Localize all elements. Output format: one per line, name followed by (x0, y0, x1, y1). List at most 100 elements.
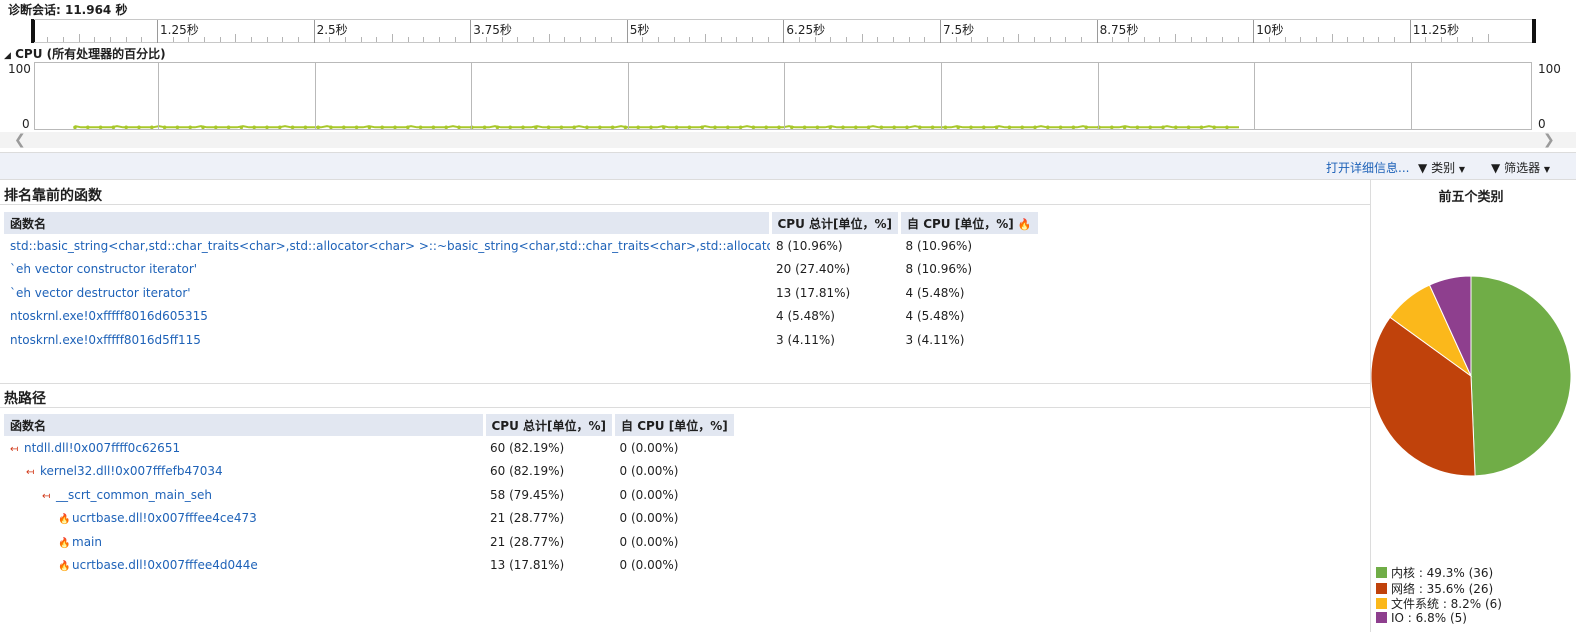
hot-path-function-cell[interactable]: 🔥 ucrtbase.dll!0x007fffee4ce473 (4, 507, 484, 531)
cpu-sample-point (175, 125, 180, 129)
table-header-row: 函数名 CPU 总计[单位，%] 自 CPU [单位，%] 🔥 (4, 212, 1041, 234)
legend-swatch (1376, 567, 1387, 578)
scroll-right-icon[interactable]: ❯ (1543, 132, 1555, 148)
ruler-minor-tick (611, 37, 613, 42)
total-cpu-value: 13 (17.81%) (776, 285, 851, 300)
cpu-sample-point (290, 125, 295, 129)
cpu-sample-point (444, 125, 448, 129)
cpu-graph-title[interactable]: ◢ CPU (所有处理器的百分比) (4, 45, 166, 62)
session-header: 诊断会话: 11.964 秒 (0, 0, 1576, 18)
open-details-link[interactable]: 打开详细信息... (1326, 159, 1409, 176)
function-name-link[interactable]: ntdll.dll!0x007ffff0c62651 (24, 441, 180, 455)
ruler-major-tick (940, 20, 941, 43)
cpu-sample-point (137, 125, 141, 129)
table-row[interactable]: `eh vector constructor iterator' 20 (27.4… (4, 258, 1039, 282)
table-row[interactable]: ↤ __scrt_common_main_seh 58 (79.45%) 0 (0.0… (4, 483, 735, 507)
hot-path-function-cell[interactable]: 🔥 ucrtbase.dll!0x007fffee4d044e (4, 554, 484, 578)
legend-swatch (1376, 582, 1387, 594)
ruler-tick-label: 7.5秒 (943, 23, 975, 37)
self-cpu-value: 4 (5.48%) (905, 285, 965, 300)
hot-path-table: 函数名 CPU 总计[单位，%] 自 CPU [单位，%] ↤ ntdll.dll… (4, 414, 737, 577)
cpu-sample-point (201, 125, 205, 129)
cpu-plot-area[interactable] (34, 62, 1532, 130)
legend-label: 文件系统 : 8.2% (6) (1391, 597, 1502, 611)
total-cpu-value: 60 (82.19%) (490, 464, 565, 479)
chevron-down-icon: ▼ (1543, 165, 1551, 174)
cpu-sample-point (790, 125, 794, 129)
table-row[interactable]: ntoskrnl.exe!0xfffff8016d605315 4 (5.48%)… (4, 305, 1039, 329)
hot-path-function-cell[interactable]: ↤ __scrt_common_main_seh (4, 483, 484, 507)
timeline-end-handle[interactable] (1532, 19, 1536, 43)
function-name-link[interactable]: ucrtbase.dll!0x007fffee4ce473 (72, 511, 257, 525)
timeline-horizontal-scrollbar[interactable]: ❮ ❯ (0, 132, 1576, 148)
funnel-icon: ▼ (1418, 161, 1428, 175)
ruler-minor-tick (1472, 37, 1474, 42)
scroll-left-icon[interactable]: ❮ (14, 132, 26, 148)
cpu-sample-point (674, 125, 679, 129)
ruler-minor-tick (438, 37, 440, 42)
total-cpu-value: 21 (28.77%) (490, 511, 565, 526)
table-row[interactable]: std::basic_string<char,std::char_traits<… (4, 234, 1039, 258)
ruler-minor-tick (63, 37, 65, 42)
function-name-link[interactable]: std::basic_string<char,std::char_traits<… (4, 234, 770, 258)
column-header-total-cpu[interactable]: CPU 总计[单位，%] (770, 212, 902, 234)
collapse-triangle-icon[interactable]: ◢ (4, 51, 11, 61)
cpu-sample-point (162, 125, 167, 129)
timeline-ruler[interactable]: 1.25秒 2.5秒 3.75秒 5秒 6.25秒 7.5秒 8.75秒 10秒 11.25秒 (34, 19, 1534, 43)
category-pie-chart (1371, 276, 1572, 477)
function-name-link[interactable]: `eh vector destructor iterator' (4, 281, 770, 305)
table-row[interactable]: 🔥 main 21 (28.77%) 0 (0.00%) (4, 530, 735, 554)
hot-path-function-cell[interactable]: ↤ kernel32.dll!0x007fffefb47034 (4, 460, 484, 484)
function-name-link[interactable]: kernel32.dll!0x007fffefb47034 (40, 464, 223, 478)
cpu-sample-point (982, 125, 986, 129)
legend-item: 网络 : 35.6% (26) (1376, 580, 1493, 596)
cpu-sample-point (726, 125, 730, 129)
ruler-minor-tick (658, 37, 660, 42)
cpu-usage-graph-section: ◢ CPU (所有处理器的百分比) 100 0 100 0 ❮ ❯ (0, 44, 1576, 152)
category-dropdown[interactable]: ▼ 类别 ▼ (1418, 159, 1465, 176)
ruler-tick-label: 8.75秒 (1099, 23, 1139, 37)
cpu-sample-point (265, 125, 269, 129)
function-name-link[interactable]: __scrt_common_main_seh (56, 488, 212, 502)
ruler-minor-tick (1033, 37, 1035, 42)
column-header-self-cpu[interactable]: 自 CPU [单位，%] (613, 414, 737, 436)
flame-icon: 🔥 (1017, 217, 1032, 231)
cpu-sample-point (700, 125, 704, 129)
cpu-sample-point (738, 125, 743, 129)
table-row[interactable]: 🔥 ucrtbase.dll!0x007fffee4ce473 21 (28.77%… (4, 507, 735, 531)
table-row[interactable]: ↤ kernel32.dll!0x007fffefb47034 60 (82.19%… (4, 460, 735, 484)
table-row[interactable]: ntoskrnl.exe!0xfffff8016d5ff115 3 (4.11%)… (4, 328, 1039, 352)
self-cpu-value: 0 (0.00%) (619, 558, 679, 573)
table-row[interactable]: 🔥 ucrtbase.dll!0x007fffee4d044e 13 (17.81%… (4, 554, 735, 578)
filter-dropdown[interactable]: ▼ 筛选器 ▼ (1491, 159, 1550, 176)
cpu-sample-point (150, 125, 154, 129)
function-name-link[interactable]: ntoskrnl.exe!0xfffff8016d605315 (4, 305, 770, 329)
cpu-graph-title-text: CPU (所有处理器的百分比) (15, 47, 166, 61)
column-header-total-cpu[interactable]: CPU 总计[单位，%] (484, 414, 616, 436)
cpu-sample-point (406, 125, 410, 129)
cpu-sample-point (956, 125, 960, 129)
ruler-minor-tick (391, 34, 393, 42)
cpu-sample-point (930, 125, 935, 129)
table-row[interactable]: ↤ ntdll.dll!0x007ffff0c62651 60 (82.19%) 0 … (4, 436, 735, 460)
hot-path-function-cell[interactable]: 🔥 main (4, 530, 484, 554)
function-name-link[interactable]: ntoskrnl.exe!0xfffff8016d5ff115 (4, 328, 770, 352)
function-name-link[interactable]: `eh vector constructor iterator' (4, 258, 770, 282)
cpu-sample-point (1199, 125, 1204, 129)
function-name-link[interactable]: ucrtbase.dll!0x007fffee4d044e (72, 558, 258, 572)
hot-path-arrow-icon: ↤ (42, 490, 51, 502)
cpu-sample-point (1110, 125, 1114, 129)
column-header-self-cpu[interactable]: 自 CPU [单位，%] 🔥 (899, 212, 1041, 234)
column-header-function-name[interactable]: 函数名 (4, 212, 772, 234)
ruler-minor-tick (532, 37, 534, 42)
cpu-sample-point (73, 125, 77, 129)
column-header-function-name[interactable]: 函数名 (4, 414, 486, 436)
function-name-link[interactable]: main (72, 535, 102, 549)
cpu-sample-point (994, 125, 999, 129)
ruler-minor-tick (1237, 37, 1239, 42)
ruler-minor-tick (250, 37, 252, 42)
table-row[interactable]: `eh vector destructor iterator' 13 (17.81… (4, 281, 1039, 305)
cpu-sample-point (866, 125, 871, 129)
hot-path-function-cell[interactable]: ↤ ntdll.dll!0x007ffff0c62651 (4, 436, 484, 460)
hot-path-arrow-icon: ↤ (26, 467, 35, 479)
